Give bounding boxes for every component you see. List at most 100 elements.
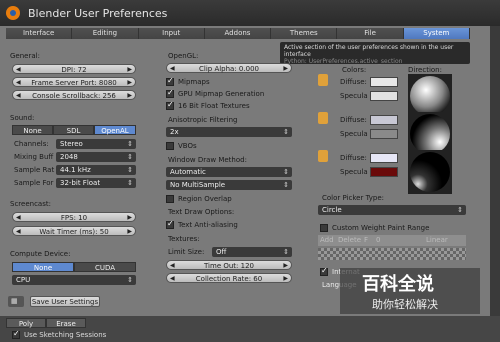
channels-dropdown[interactable]: Stereo ⇕ [56, 139, 136, 149]
sound-option-none[interactable]: None [12, 125, 53, 135]
region-overlap-checkbox[interactable] [166, 195, 174, 203]
section-tabs: Interface Editing Input Addons Themes Fi… [6, 28, 470, 39]
poly-button[interactable]: Poly [6, 318, 46, 328]
compute-option-cuda[interactable]: CUDA [74, 262, 136, 272]
window-title: Blender User Preferences [28, 7, 168, 20]
colorramp-delete-button[interactable]: Delete [338, 236, 361, 244]
dpi-field[interactable]: ◀ DPI: 72 ▶ [12, 64, 136, 74]
text-draw-heading: Text Draw Options: [168, 208, 235, 216]
mixing-buffer-value: 2048 [60, 153, 78, 161]
sample-rate-dropdown[interactable]: 44.1 kHz ⇕ [56, 165, 136, 175]
region-overlap-label: Region Overlap [178, 195, 232, 203]
light-3-specular-swatch[interactable] [370, 167, 398, 177]
increase-arrow-icon[interactable]: ▶ [283, 64, 288, 74]
sample-format-dropdown[interactable]: 32-bit Float ⇕ [56, 178, 136, 188]
window-draw-heading: Window Draw Method: [168, 156, 247, 164]
international-fonts-checkbox[interactable] [320, 266, 328, 276]
color-picker-value: Circle [322, 206, 342, 214]
colorramp-add-button[interactable]: Add [320, 236, 334, 244]
decrease-arrow-icon[interactable]: ◀ [170, 261, 175, 271]
color-picker-heading: Color Picker Type: [322, 194, 385, 202]
increase-arrow-icon[interactable]: ▶ [127, 91, 132, 101]
light-3-diffuse-swatch[interactable] [370, 153, 398, 163]
text-antialias-checkbox[interactable] [166, 219, 174, 229]
light-2-diffuse-label: Diffuse: [340, 116, 367, 124]
wait-timer-value: Wait Timer (ms): 50 [39, 228, 109, 236]
decrease-arrow-icon[interactable]: ◀ [16, 65, 21, 75]
gpu-mipmap-checkbox[interactable] [166, 88, 174, 98]
decrease-arrow-icon[interactable]: ◀ [16, 227, 21, 237]
float-textures-checkbox[interactable] [166, 100, 174, 110]
dpi-value: DPI: 72 [61, 66, 87, 74]
decrease-arrow-icon[interactable]: ◀ [170, 274, 175, 284]
light-1-toggle-icon[interactable] [318, 74, 328, 86]
decrease-arrow-icon[interactable]: ◀ [16, 91, 21, 101]
sketching-sessions-checkbox[interactable] [12, 329, 20, 339]
increase-arrow-icon[interactable]: ▶ [127, 213, 132, 223]
anisotropic-dropdown[interactable]: 2x ⇕ [166, 127, 292, 137]
tab-system[interactable]: System [403, 28, 470, 39]
limit-size-dropdown[interactable]: Off ⇕ [212, 247, 292, 257]
increase-arrow-icon[interactable]: ▶ [283, 274, 288, 284]
console-scrollback-value: Console Scrollback: 256 [32, 92, 116, 100]
dropdown-arrows-icon: ⇕ [127, 153, 133, 161]
light-1-diffuse-swatch[interactable] [370, 77, 398, 87]
light-1-specular-swatch[interactable] [370, 91, 398, 101]
tab-input[interactable]: Input [138, 28, 205, 39]
mipmaps-checkbox[interactable] [166, 76, 174, 86]
vbos-label: VBOs [178, 142, 197, 150]
colorramp-toolbar: Add Delete F 0 Linear [318, 235, 466, 246]
save-user-settings-button[interactable]: Save User Settings [30, 296, 100, 307]
colorramp-flip-button[interactable]: F [364, 236, 368, 244]
mixing-buffer-label: Mixing Buff [14, 153, 54, 161]
frame-server-port-field[interactable]: ◀ Frame Server Port: 8080 ▶ [12, 77, 136, 87]
custom-weight-checkbox[interactable] [320, 224, 328, 232]
tab-interface[interactable]: Interface [6, 28, 73, 39]
compute-device-dropdown[interactable]: CPU ⇕ [12, 275, 136, 285]
decrease-arrow-icon[interactable]: ◀ [16, 78, 21, 88]
colorramp-interpolation-dropdown[interactable]: Linear [426, 236, 448, 244]
tab-themes[interactable]: Themes [271, 28, 338, 39]
presets-menu-button[interactable]: ▦ [8, 296, 24, 307]
watermark-title: 百科全说 [362, 274, 434, 295]
compute-option-none[interactable]: None [12, 262, 74, 272]
wait-timer-field[interactable]: ◀ Wait Timer (ms): 50 ▶ [12, 226, 136, 236]
vbos-checkbox[interactable] [166, 142, 174, 150]
increase-arrow-icon[interactable]: ▶ [127, 227, 132, 237]
sound-option-sdl[interactable]: SDL [53, 125, 94, 135]
light-3-toggle-icon[interactable] [318, 150, 328, 162]
dropdown-arrows-icon: ⇕ [457, 206, 463, 214]
colorramp-index-field[interactable]: 0 [376, 236, 380, 244]
compute-device-value: CPU [16, 276, 31, 284]
colorramp-preview[interactable] [318, 248, 466, 260]
collection-rate-field[interactable]: ◀ Collection Rate: 60 ▶ [166, 273, 292, 283]
light-2-specular-swatch[interactable] [370, 129, 398, 139]
color-picker-dropdown[interactable]: Circle ⇕ [318, 205, 466, 215]
tab-editing[interactable]: Editing [72, 28, 139, 39]
console-scrollback-field[interactable]: ◀ Console Scrollback: 256 ▶ [12, 90, 136, 100]
gpu-mipmap-label: GPU Mipmap Generation [178, 90, 265, 98]
dropdown-arrows-icon: ⇕ [127, 276, 133, 284]
fps-field[interactable]: ◀ FPS: 10 ▶ [12, 212, 136, 222]
increase-arrow-icon[interactable]: ▶ [127, 65, 132, 75]
window-draw-dropdown[interactable]: Automatic ⇕ [166, 167, 292, 177]
sound-option-openal[interactable]: OpenAL [94, 125, 136, 135]
presets-icon: ▦ [11, 297, 18, 305]
textures-heading: Textures: [168, 235, 200, 243]
light-2-toggle-icon[interactable] [318, 112, 328, 124]
clip-alpha-field[interactable]: ◀ Clip Alpha: 0.000 ▶ [166, 63, 292, 73]
increase-arrow-icon[interactable]: ▶ [127, 78, 132, 88]
tab-addons[interactable]: Addons [204, 28, 272, 39]
erase-button[interactable]: Erase [46, 318, 86, 328]
increase-arrow-icon[interactable]: ▶ [283, 261, 288, 271]
time-out-field[interactable]: ◀ Time Out: 120 ▶ [166, 260, 292, 270]
tab-file[interactable]: File [337, 28, 404, 39]
decrease-arrow-icon[interactable]: ◀ [16, 213, 21, 223]
decrease-arrow-icon[interactable]: ◀ [170, 64, 175, 74]
channels-label: Channels: [14, 140, 49, 148]
dropdown-arrows-icon: ⇕ [127, 166, 133, 174]
light-2-diffuse-swatch[interactable] [370, 115, 398, 125]
multisample-dropdown[interactable]: No MultiSample ⇕ [166, 180, 292, 190]
light-3-direction-ball[interactable] [408, 150, 452, 194]
mixing-buffer-dropdown[interactable]: 2048 ⇕ [56, 152, 136, 162]
